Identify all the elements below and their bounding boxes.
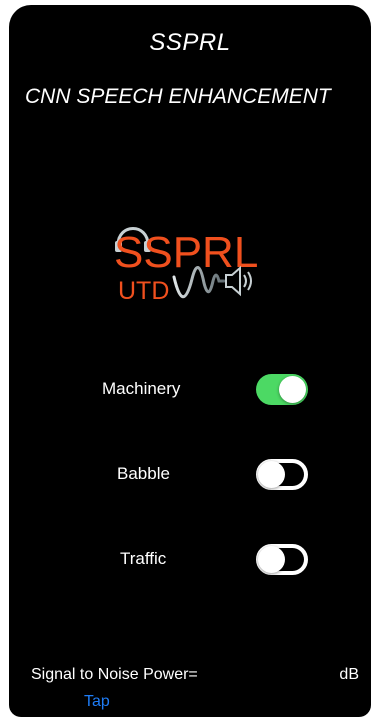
- toggle-knob: [258, 461, 285, 488]
- machinery-toggle[interactable]: [256, 374, 308, 405]
- ssprl-logo: SSPRL UTD: [114, 227, 258, 305]
- app-title: SSPRL: [149, 29, 231, 56]
- tap-button[interactable]: Tap: [84, 693, 110, 711]
- machinery-label: Machinery: [102, 379, 181, 398]
- logo-sub-text: UTD: [118, 277, 169, 305]
- app-screen: SSPRL CNN SPEECH ENHANCEMENT SSPRL UTD M…: [9, 5, 371, 717]
- snr-unit: dB: [339, 666, 359, 683]
- traffic-toggle[interactable]: [256, 544, 308, 575]
- toggle-knob: [258, 546, 285, 573]
- babble-label: Babble: [117, 464, 170, 483]
- app-subtitle: CNN SPEECH ENHANCEMENT: [25, 85, 331, 108]
- traffic-label: Traffic: [120, 549, 167, 568]
- babble-toggle[interactable]: [256, 459, 308, 490]
- toggle-knob: [279, 376, 306, 403]
- snr-label: Signal to Noise Power=: [31, 666, 198, 683]
